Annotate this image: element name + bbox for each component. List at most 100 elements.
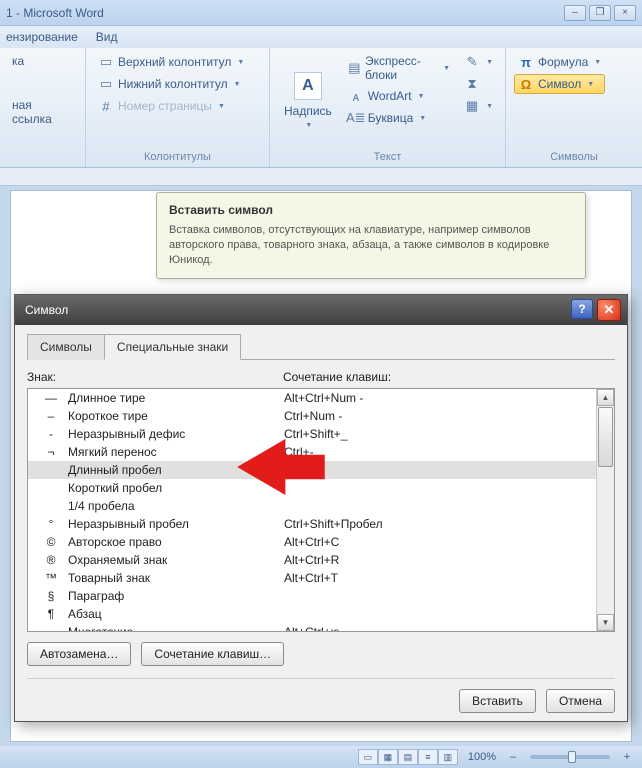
- ribbon-datetime[interactable]: ⧗: [460, 74, 497, 94]
- special-characters-list[interactable]: —Длинное тиреAlt+Ctrl+Num -–Короткое тир…: [27, 388, 615, 632]
- list-symbol: —: [34, 391, 68, 405]
- scroll-thumb[interactable]: [598, 407, 613, 467]
- ribbon-textbox[interactable]: A Надпись ▼: [278, 52, 338, 149]
- list-item[interactable]: ©Авторское правоAlt+Ctrl+C: [28, 533, 596, 551]
- chevron-down-icon: ▼: [594, 59, 601, 66]
- close-button[interactable]: ×: [614, 5, 636, 21]
- minimize-button[interactable]: –: [564, 5, 586, 21]
- list-item[interactable]: –Короткое тиреCtrl+Num -: [28, 407, 596, 425]
- equation-icon: π: [518, 54, 534, 70]
- cancel-button[interactable]: Отмена: [546, 689, 615, 713]
- window-titlebar: 1 - Microsoft Word – ❐ ×: [0, 0, 642, 26]
- ribbon-link-item2[interactable]: ная ссылка: [8, 96, 77, 128]
- list-symbol: °: [34, 517, 68, 531]
- autocorrect-button[interactable]: Автозамена…: [27, 642, 131, 666]
- zoom-out-button[interactable]: –: [506, 751, 520, 763]
- ribbon-link-item1[interactable]: ка: [8, 52, 77, 70]
- tab-symbols[interactable]: Символы: [27, 334, 105, 360]
- list-shortcut: Alt+Ctrl+T: [284, 571, 596, 585]
- ribbon-symbol[interactable]: ΩСимвол▼: [514, 74, 605, 94]
- list-item[interactable]: Длинный пробел: [28, 461, 596, 479]
- list-item[interactable]: Короткий пробел: [28, 479, 596, 497]
- chevron-down-icon: ▼: [443, 65, 450, 72]
- textbox-icon: A: [294, 72, 322, 100]
- ribbon-header[interactable]: ▭Верхний колонтитул▼: [94, 52, 248, 72]
- list-shortcut: Ctrl+Shift+_: [284, 427, 596, 441]
- ribbon-equation[interactable]: πФормула▼: [514, 52, 605, 72]
- list-item[interactable]: ™Товарный знакAlt+Ctrl+T: [28, 569, 596, 587]
- scroll-up-button[interactable]: ▲: [597, 389, 614, 406]
- tooltip-title: Вставить символ: [169, 203, 573, 217]
- list-symbol: –: [34, 409, 68, 423]
- ribbon-footer[interactable]: ▭Нижний колонтитул▼: [94, 74, 248, 94]
- list-item[interactable]: ¬Мягкий переносCtrl+-: [28, 443, 596, 461]
- chevron-down-icon: ▼: [486, 103, 493, 110]
- shortcut-key-button[interactable]: Сочетание клавиш…: [141, 642, 284, 666]
- menubar: ензирование Вид: [0, 26, 642, 48]
- list-shortcut: Alt+Ctrl+C: [284, 535, 596, 549]
- list-name: Короткий пробел: [68, 481, 284, 495]
- chevron-down-icon: ▼: [237, 59, 244, 66]
- list-name: Неразрывный пробел: [68, 517, 284, 531]
- list-item[interactable]: ®Охраняемый знакAlt+Ctrl+R: [28, 551, 596, 569]
- view-draft-button[interactable]: ▥: [438, 749, 458, 765]
- view-web-button[interactable]: ▤: [398, 749, 418, 765]
- symbol-dialog: Символ ? ✕ Символы Специальные знаки Зна…: [14, 294, 628, 722]
- window-title: 1 - Microsoft Word: [6, 6, 104, 20]
- dialog-titlebar[interactable]: Символ ? ✕: [15, 295, 627, 325]
- scrollbar[interactable]: ▲ ▼: [596, 389, 614, 631]
- chevron-down-icon: ▼: [418, 93, 425, 100]
- tab-special-characters[interactable]: Специальные знаки: [104, 334, 241, 360]
- list-name: Многоточие: [68, 625, 284, 631]
- zoom-thumb[interactable]: [568, 751, 576, 763]
- dialog-tabs: Символы Специальные знаки: [27, 333, 615, 360]
- list-symbol: §: [34, 589, 68, 603]
- list-symbol: ®: [34, 553, 68, 567]
- column-char-header: Знак:: [27, 370, 283, 384]
- zoom-in-button[interactable]: +: [620, 751, 634, 763]
- ribbon-wordart[interactable]: ᴀWordArt▼: [344, 86, 454, 106]
- ruler[interactable]: [0, 168, 642, 186]
- column-shortcut-header: Сочетание клавиш:: [283, 370, 391, 384]
- list-item[interactable]: —Длинное тиреAlt+Ctrl+Num -: [28, 389, 596, 407]
- wordart-icon: ᴀ: [348, 88, 364, 104]
- chevron-down-icon: ▼: [419, 115, 426, 122]
- scroll-down-button[interactable]: ▼: [597, 614, 614, 631]
- ribbon-pagenumber[interactable]: #Номер страницы▼: [94, 96, 248, 116]
- insert-button[interactable]: Вставить: [459, 689, 536, 713]
- dialog-title: Символ: [25, 303, 68, 317]
- list-item[interactable]: …МноготочиеAlt+Ctrl+ю: [28, 623, 596, 631]
- zoom-slider[interactable]: [530, 755, 610, 759]
- list-item[interactable]: ¶Абзац: [28, 605, 596, 623]
- list-name: Параграф: [68, 589, 284, 603]
- list-symbol: ™: [34, 571, 68, 585]
- status-bar: ▭ ▦ ▤ ≡ ▥ 100% – +: [0, 746, 642, 768]
- menu-view[interactable]: Вид: [96, 30, 118, 44]
- ribbon-signature[interactable]: ✎▼: [460, 52, 497, 72]
- ribbon-dropcap[interactable]: A≣Буквица▼: [344, 108, 454, 128]
- view-outline-button[interactable]: ≡: [418, 749, 438, 765]
- symbol-icon: Ω: [518, 76, 534, 92]
- list-item[interactable]: -Неразрывный дефисCtrl+Shift+_: [28, 425, 596, 443]
- restore-button[interactable]: ❐: [589, 5, 611, 21]
- list-name: Товарный знак: [68, 571, 284, 585]
- ribbon-group-text: Текст: [278, 149, 497, 165]
- dialog-close-button[interactable]: ✕: [597, 299, 621, 321]
- ribbon: ка ная ссылка ▭Верхний колонтитул▼ ▭Нижн…: [0, 48, 642, 168]
- ribbon-object[interactable]: ▦▼: [460, 96, 497, 116]
- list-symbol: …: [34, 625, 68, 631]
- list-shortcut: Ctrl+Num -: [284, 409, 596, 423]
- ribbon-quickparts[interactable]: ▤Экспресс-блоки▼: [344, 52, 454, 84]
- chevron-down-icon: ▼: [234, 81, 241, 88]
- list-item[interactable]: 1/4 пробела: [28, 497, 596, 515]
- menu-review[interactable]: ензирование: [6, 30, 78, 44]
- dialog-help-button[interactable]: ?: [571, 299, 593, 319]
- list-shortcut: Alt+Ctrl+ю: [284, 625, 596, 631]
- view-fullscreen-button[interactable]: ▦: [378, 749, 398, 765]
- list-item[interactable]: °Неразрывный пробелCtrl+Shift+Пробел: [28, 515, 596, 533]
- list-item[interactable]: §Параграф: [28, 587, 596, 605]
- view-printlayout-button[interactable]: ▭: [358, 749, 378, 765]
- list-name: 1/4 пробела: [68, 499, 284, 513]
- list-name: Авторское право: [68, 535, 284, 549]
- zoom-percent[interactable]: 100%: [468, 751, 496, 763]
